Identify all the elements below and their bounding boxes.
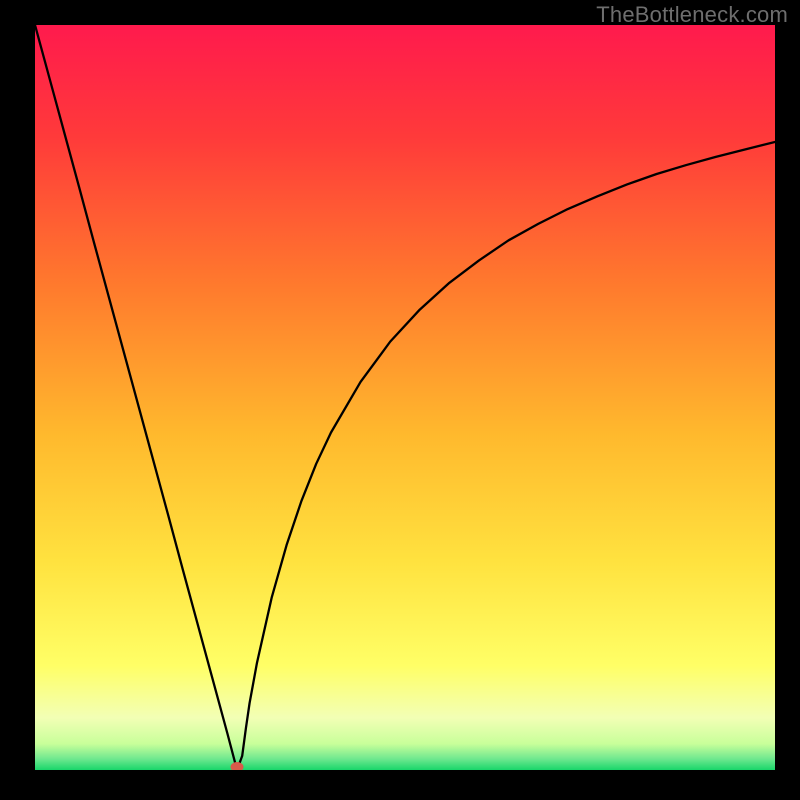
plot-svg	[35, 25, 775, 770]
chart-frame: TheBottleneck.com	[0, 0, 800, 800]
watermark-text: TheBottleneck.com	[596, 2, 788, 28]
gradient-background	[35, 25, 775, 770]
plot-area	[35, 25, 775, 770]
